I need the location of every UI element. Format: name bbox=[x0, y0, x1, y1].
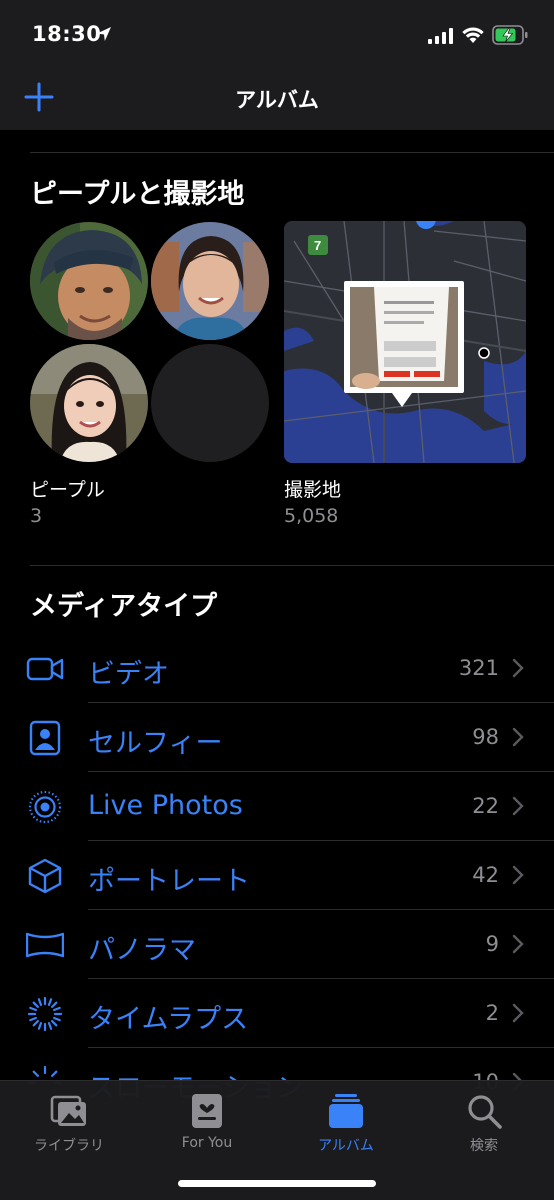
person-avatar[interactable] bbox=[30, 344, 148, 462]
media-row-videos[interactable]: ビデオ 321 bbox=[0, 634, 554, 703]
chevron-right-icon bbox=[512, 727, 524, 747]
media-row-label: パノラマ bbox=[88, 935, 196, 966]
tab-label: For You bbox=[181, 1135, 233, 1151]
media-row-timelapse[interactable]: タイムラプス 2 bbox=[0, 979, 554, 1048]
media-row-count: 321 bbox=[458, 656, 499, 680]
timelapse-icon bbox=[27, 996, 63, 1032]
location-arrow-icon bbox=[97, 27, 111, 41]
library-photos-icon bbox=[50, 1095, 86, 1126]
media-row-count: 2 bbox=[485, 1001, 499, 1025]
live-photos-icon bbox=[28, 790, 62, 824]
tab-search[interactable]: 検索 bbox=[434, 1089, 534, 1159]
status-bar: 18:30 bbox=[0, 0, 554, 70]
media-row-live-photos[interactable]: Live Photos 22 bbox=[0, 772, 554, 841]
section-divider bbox=[30, 152, 554, 153]
cellular-signal-icon bbox=[428, 28, 453, 44]
person-avatar[interactable] bbox=[151, 222, 269, 340]
places-map-thumbnail[interactable]: 7 bbox=[284, 221, 526, 463]
video-icon bbox=[26, 657, 64, 681]
status-time: 18:30 bbox=[32, 22, 102, 46]
tab-library[interactable]: ライブラリ bbox=[19, 1089, 119, 1159]
media-row-panoramas[interactable]: パノラマ 9 bbox=[0, 910, 554, 979]
home-indicator[interactable] bbox=[178, 1180, 376, 1187]
media-row-count: 9 bbox=[485, 932, 499, 956]
selfie-icon bbox=[29, 720, 61, 756]
people-label: ピープル bbox=[30, 479, 105, 501]
media-row-portrait[interactable]: ポートレート 42 bbox=[0, 841, 554, 910]
media-row-label: ポートレート bbox=[88, 866, 250, 897]
media-row-count: 22 bbox=[472, 794, 499, 818]
chevron-right-icon bbox=[512, 934, 524, 954]
chevron-right-icon bbox=[512, 1003, 524, 1023]
chevron-right-icon bbox=[512, 796, 524, 816]
media-row-selfies[interactable]: セルフィー 98 bbox=[0, 703, 554, 772]
people-places-heading: ピープルと撮影地 bbox=[30, 179, 245, 210]
media-row-label: Live Photos bbox=[88, 790, 243, 821]
places-count: 5,058 bbox=[284, 505, 339, 527]
for-you-icon bbox=[192, 1094, 222, 1128]
map-road-badge: 7 bbox=[314, 238, 321, 253]
tab-label: 検索 bbox=[470, 1138, 498, 1154]
places-label: 撮影地 bbox=[284, 479, 342, 501]
media-row-count: 98 bbox=[472, 725, 499, 749]
portrait-cube-icon bbox=[28, 858, 62, 894]
panorama-icon bbox=[26, 932, 64, 958]
person-avatar-placeholder bbox=[151, 344, 269, 462]
wifi-icon bbox=[462, 27, 484, 43]
tab-label: アルバム bbox=[318, 1138, 374, 1154]
search-icon bbox=[468, 1095, 502, 1129]
person-avatar[interactable] bbox=[30, 222, 148, 340]
tab-for-you[interactable]: For You bbox=[157, 1089, 257, 1159]
tab-label: ライブラリ bbox=[34, 1138, 104, 1154]
chevron-right-icon bbox=[512, 658, 524, 678]
albums-icon bbox=[329, 1094, 363, 1128]
battery-charging-icon bbox=[492, 25, 528, 45]
section-divider bbox=[30, 565, 554, 566]
tab-albums[interactable]: アルバム bbox=[296, 1089, 396, 1159]
media-row-label: ビデオ bbox=[88, 659, 169, 690]
chevron-right-icon bbox=[512, 865, 524, 885]
media-types-heading: メディアタイプ bbox=[30, 591, 218, 622]
media-row-label: タイムラプス bbox=[88, 1004, 249, 1035]
media-row-count: 42 bbox=[472, 863, 499, 887]
media-row-label: セルフィー bbox=[88, 728, 223, 759]
navigation-bar: アルバム bbox=[0, 70, 554, 130]
people-count: 3 bbox=[30, 505, 43, 527]
albums-screen: 18:30 アルバム ピープルと撮影地 ピープル 3 7 撮影地 5,058 メ… bbox=[0, 0, 554, 1200]
page-title: アルバム bbox=[235, 88, 319, 112]
